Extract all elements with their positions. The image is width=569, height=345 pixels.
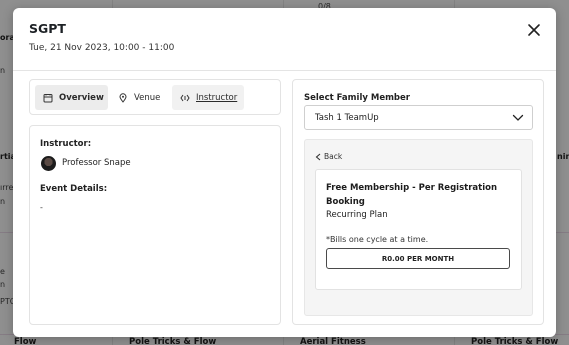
event-details-label: Event Details: xyxy=(40,184,108,194)
back-button[interactable]: Back xyxy=(315,152,342,161)
avatar xyxy=(41,156,56,171)
family-member-select[interactable]: Tash 1 TeamUp xyxy=(304,105,533,130)
select-family-label: Select Family Member xyxy=(304,93,410,103)
detail-tabs: Overview Venue Instructor xyxy=(29,79,281,115)
selected-member: Tash 1 TeamUp xyxy=(315,112,379,123)
back-label: Back xyxy=(324,152,343,161)
plan-card: Free Membership - Per Registration Booki… xyxy=(315,169,522,290)
overview-panel: Instructor: Professor Snape Event Detail… xyxy=(29,125,281,325)
tab-venue[interactable]: Venue xyxy=(112,85,167,110)
close-icon xyxy=(528,24,540,36)
modal-title: SGPT xyxy=(29,21,66,36)
plan-type: Recurring Plan xyxy=(326,210,388,220)
chevron-down-icon xyxy=(512,114,524,121)
header-divider xyxy=(13,70,556,71)
price-button[interactable]: R0.00 PER MONTH xyxy=(326,248,510,269)
plan-area: Back Free Membership - Per Registration … xyxy=(304,139,533,316)
booking-panel: Select Family Member Tash 1 TeamUp Back … xyxy=(292,79,544,325)
event-modal: SGPT Tue, 21 Nov 2023, 10:00 - 11:00 Ove… xyxy=(13,8,556,337)
tab-label: Venue xyxy=(134,92,161,103)
instructor-icon xyxy=(180,94,190,101)
instructor-name: Professor Snape xyxy=(62,158,131,168)
calendar-info-icon xyxy=(43,93,53,102)
event-datetime: Tue, 21 Nov 2023, 10:00 - 11:00 xyxy=(29,43,175,53)
plan-title: Free Membership - Per Registration Booki… xyxy=(326,183,497,207)
instructor-label: Instructor: xyxy=(40,139,92,149)
tab-label: Overview xyxy=(59,92,104,103)
close-button[interactable] xyxy=(526,22,542,38)
tab-instructor[interactable]: Instructor xyxy=(172,85,244,110)
event-details-text: - xyxy=(40,203,43,212)
billing-note: *Bills one cycle at a time. xyxy=(326,235,429,244)
chevron-left-icon xyxy=(315,153,321,160)
location-pin-icon xyxy=(119,92,127,103)
tab-label: Instructor xyxy=(196,92,238,103)
tab-overview[interactable]: Overview xyxy=(35,85,108,110)
